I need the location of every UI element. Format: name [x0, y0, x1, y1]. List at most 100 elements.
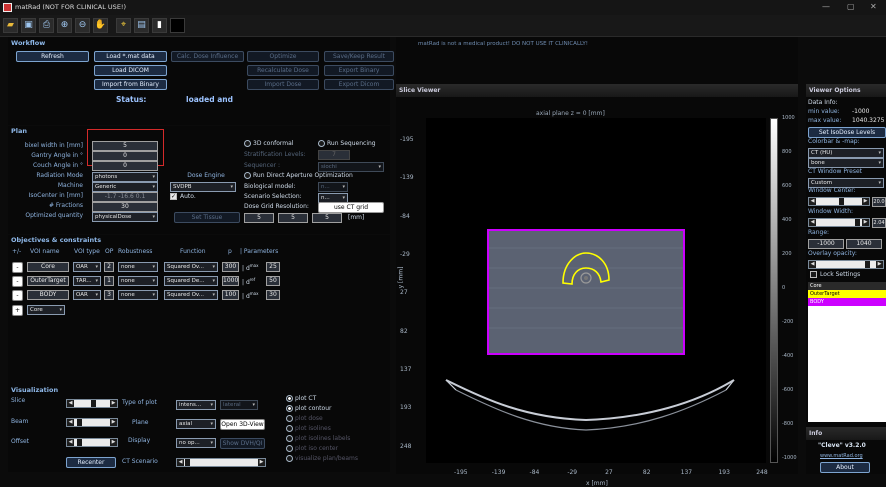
print-icon[interactable]: ⎙ — [39, 18, 54, 33]
load-dicom-button[interactable]: Load DICOM — [94, 65, 167, 76]
voi-name-field[interactable]: BODY — [27, 290, 69, 300]
lock-checkbox[interactable] — [810, 271, 817, 278]
minimize-icon[interactable]: — — [822, 2, 830, 11]
maximize-icon[interactable]: ▢ — [847, 2, 855, 11]
strat-field[interactable]: 7 — [318, 150, 350, 160]
robustness-select[interactable]: none — [118, 290, 158, 300]
conformal-radio[interactable]: 3D conformal — [244, 140, 293, 147]
recalc-button[interactable]: Recalculate Dose — [247, 65, 319, 76]
window-width-slider[interactable]: ◀ ▶ — [808, 218, 870, 227]
lateral-select[interactable]: lateral — [220, 400, 258, 410]
zoom-in-icon[interactable]: ⊕ — [57, 18, 72, 33]
recenter-button[interactable]: Recenter — [66, 457, 116, 468]
calc-dose-button[interactable]: Calc. Dose Influence — [171, 51, 244, 62]
show-dvh-button[interactable]: Show DVH/QI — [220, 438, 265, 449]
close-icon[interactable]: ✕ — [870, 2, 877, 11]
op-field[interactable]: 2 — [104, 262, 114, 272]
function-select[interactable]: Squared Ov... — [164, 262, 218, 272]
bixel-field[interactable]: 5 — [92, 141, 158, 151]
save-icon[interactable]: ▣ — [21, 18, 36, 33]
import-dose-button[interactable]: Import Dose — [247, 79, 319, 90]
plot-option-1[interactable]: plot contour — [286, 405, 331, 412]
p-field[interactable]: 1000 — [222, 276, 239, 286]
website-link[interactable]: www.matRad.org — [820, 453, 863, 459]
plot-option-3[interactable]: plot isolines — [286, 425, 331, 432]
legend-item[interactable]: Core — [808, 282, 886, 290]
slider-thumb[interactable] — [865, 261, 870, 268]
voi-name-field[interactable]: Core — [27, 262, 69, 272]
optimize-button[interactable]: Optimize — [247, 51, 319, 62]
slider-thumb[interactable] — [185, 459, 190, 466]
colorbar-icon[interactable]: ▤ — [134, 18, 149, 33]
robustness-select[interactable]: none — [118, 262, 158, 272]
run-dao-radio[interactable]: Run Direct Aperture Optimization — [244, 172, 353, 179]
dose-engine-select[interactable]: SVDPB — [170, 182, 236, 192]
colormap2-select[interactable]: bone — [808, 158, 884, 168]
add-voi-select[interactable]: Core — [27, 305, 65, 315]
use-ct-grid-button[interactable]: use CT grid — [318, 202, 384, 213]
add-objective-button[interactable]: + — [12, 305, 23, 316]
load-mat-button[interactable]: Load *.mat data — [94, 51, 167, 62]
set-tissue-button[interactable]: Set Tissue — [174, 212, 240, 223]
import-binary-button[interactable]: Import from Binary — [94, 79, 167, 90]
auto-checkbox[interactable]: ✓ — [170, 193, 177, 200]
slider-thumb[interactable] — [91, 400, 96, 407]
voi-name-field[interactable]: OuterTarget — [27, 276, 69, 286]
fractions-field[interactable]: 30 — [92, 202, 158, 212]
window-center-field[interactable]: 20.0 — [872, 197, 886, 207]
window-width-field[interactable]: 2.04 — [872, 218, 886, 228]
remove-objective-button[interactable]: - — [12, 262, 23, 273]
colormap-select[interactable]: CT (HU) — [808, 148, 884, 158]
plane-select[interactable]: axial — [176, 419, 216, 429]
run-sequencing-radio[interactable]: Run Sequencing — [318, 140, 376, 147]
sequencer-select[interactable]: siochi — [318, 162, 384, 172]
open-folder-icon[interactable]: ▰ — [3, 18, 18, 33]
plot-option-5[interactable]: plot iso center — [286, 445, 338, 452]
export-dicom-button[interactable]: Export Dicom — [324, 79, 394, 90]
beam-slider[interactable]: ◀ ▶ — [66, 418, 118, 427]
gantry-field[interactable]: 0 — [92, 151, 158, 161]
remove-objective-button[interactable]: - — [12, 290, 23, 301]
overlay-slider[interactable]: ◀ ▶ — [808, 260, 884, 269]
isocenter-field[interactable]: -1.7 -16.6 0.1 — [92, 192, 158, 202]
slider-thumb[interactable] — [77, 419, 82, 426]
op-field[interactable]: 1 — [104, 276, 114, 286]
slider-thumb[interactable] — [839, 198, 844, 205]
mode-select[interactable]: photons — [92, 172, 158, 182]
legend-item[interactable]: BODY — [808, 298, 886, 306]
voi-type-select[interactable]: TAR... — [73, 276, 101, 286]
remove-objective-button[interactable]: - — [12, 276, 23, 287]
machine-select[interactable]: Generic — [92, 182, 158, 192]
set-isodose-button[interactable]: Set IsoDose Levels — [808, 127, 886, 138]
function-select[interactable]: Squared De... — [164, 276, 218, 286]
quantity-select[interactable]: physicalDose — [92, 212, 158, 222]
couch-field[interactable]: 0 — [92, 161, 158, 171]
zoom-out-icon[interactable]: ⊖ — [75, 18, 90, 33]
data-cursor-icon[interactable]: ⌖ — [116, 18, 131, 33]
refresh-button[interactable]: Refresh — [16, 51, 89, 62]
type-plot-select[interactable]: intens... — [176, 400, 216, 410]
voi-type-select[interactable]: OAR — [73, 262, 101, 272]
param-value-field[interactable]: 50 — [266, 276, 280, 286]
plot-option-0[interactable]: plot CT — [286, 395, 316, 402]
grid-x-field[interactable]: 5 — [244, 213, 274, 223]
legend-item[interactable]: OuterTarget — [808, 290, 886, 298]
display-select[interactable]: no op... — [176, 438, 216, 448]
window-center-slider[interactable]: ◀ ▶ — [808, 197, 870, 206]
bio-model-select[interactable]: n... — [318, 182, 348, 192]
slider-thumb[interactable] — [855, 219, 860, 226]
op-field[interactable]: 3 — [104, 290, 114, 300]
param-value-field[interactable]: 30 — [266, 290, 280, 300]
slider-thumb[interactable] — [77, 439, 82, 446]
pan-icon[interactable]: ✋ — [93, 18, 108, 33]
offset-slider[interactable]: ◀ ▶ — [66, 438, 118, 447]
slice-slider[interactable]: ◀ ▶ — [66, 399, 118, 408]
legend-icon[interactable]: ▮ — [152, 18, 167, 33]
grid-z-field[interactable]: 5 — [312, 213, 342, 223]
plot-option-6[interactable]: visualize plan/beams — [286, 455, 358, 462]
blank-icon[interactable] — [170, 18, 185, 33]
about-button[interactable]: About — [820, 462, 870, 473]
param-value-field[interactable]: 25 — [266, 262, 280, 272]
range-min-field[interactable]: -1000 — [808, 239, 844, 249]
robustness-select[interactable]: none — [118, 276, 158, 286]
